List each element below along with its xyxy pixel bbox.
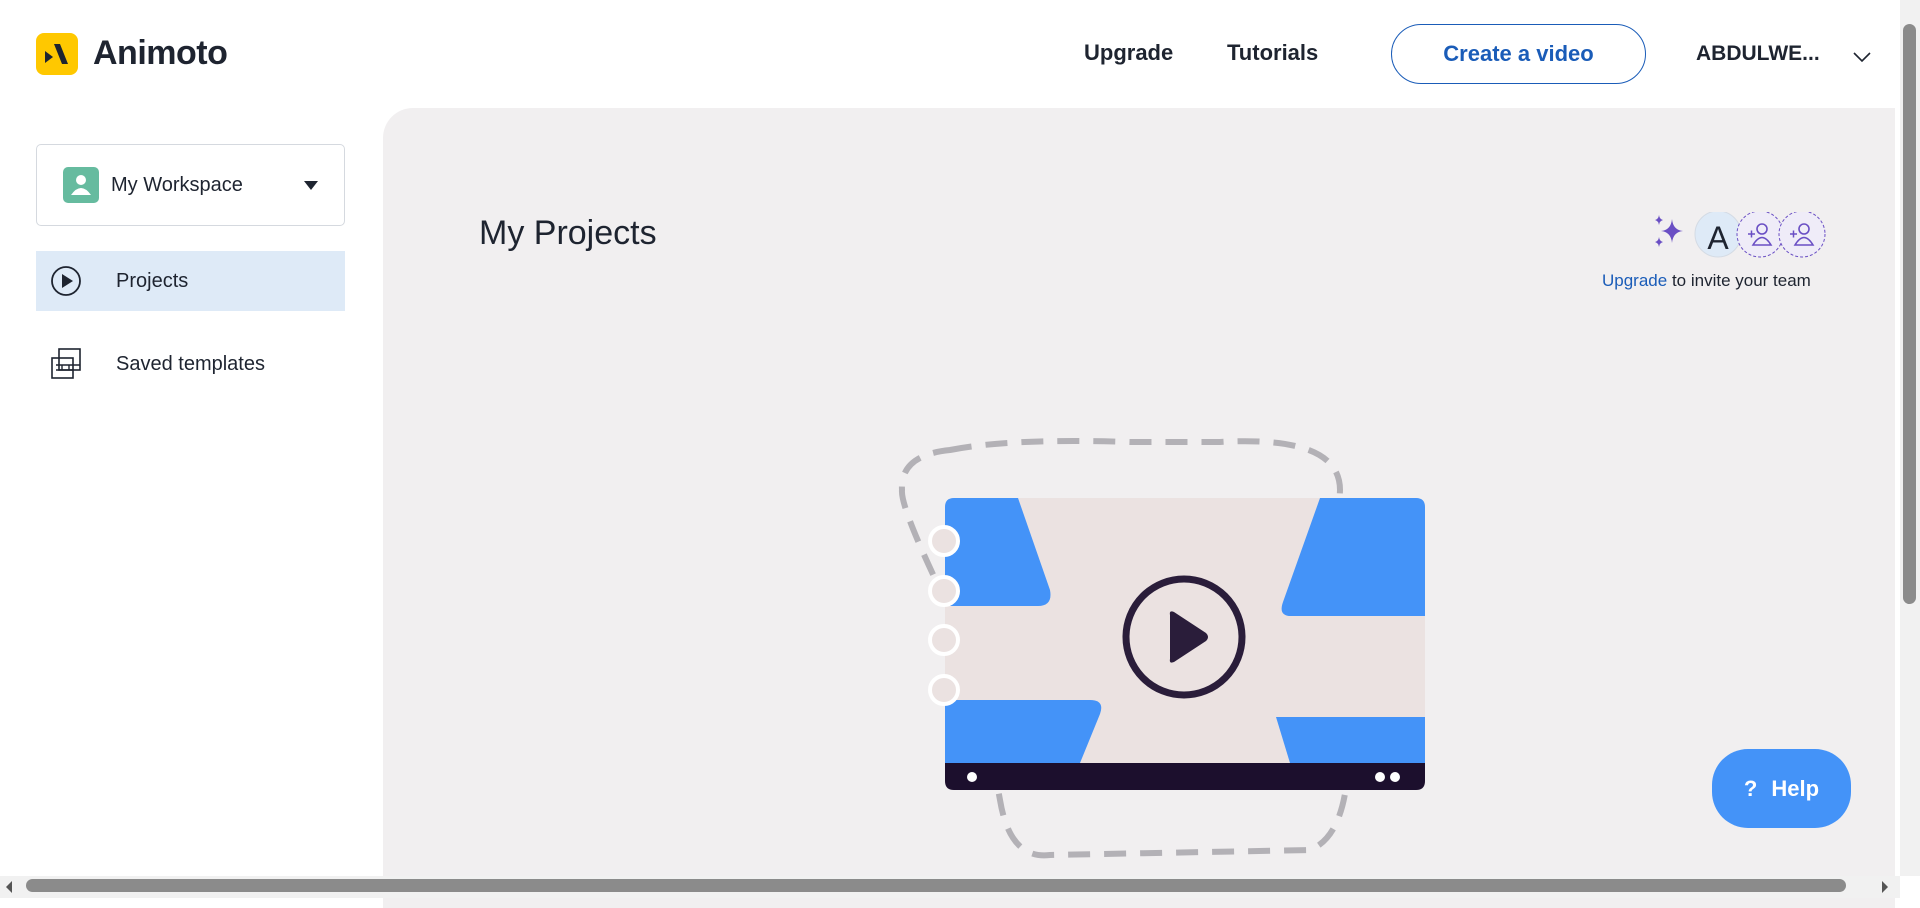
sidebar-item-label: Saved templates [116,352,265,375]
help-button[interactable]: ? Help [1712,749,1851,828]
workspace-label: My Workspace [111,173,243,196]
user-menu[interactable]: ABDULWE... [1696,42,1820,66]
add-member-icon [1778,212,1826,258]
avatar[interactable]: A [1706,220,1730,257]
sidebar-item-saved-templates[interactable]: Saved templates [36,334,345,394]
nav-tutorials[interactable]: Tutorials [1227,40,1318,66]
team-avatars [1655,212,1826,258]
sparkle-icon [1655,215,1683,247]
workspace-selector[interactable]: My Workspace [36,144,345,226]
user-icon [63,167,99,203]
invite-text: Upgrade to invite your team [1602,271,1811,290]
chevron-down-icon[interactable] [1853,52,1871,64]
vertical-scrollbar-thumb[interactable] [1903,24,1916,604]
templates-icon [51,348,81,379]
animoto-logo-icon[interactable] [36,33,78,75]
horizontal-scrollbar-thumb[interactable] [26,879,1846,892]
page-title: My Projects [479,214,657,252]
caret-down-icon [304,181,318,190]
create-video-button[interactable]: Create a video [1391,24,1646,84]
scroll-right-icon[interactable] [1880,880,1890,894]
add-member-icon [1736,212,1784,258]
scroll-left-icon[interactable] [4,880,14,894]
sidebar-item-label: Projects [116,269,189,292]
upgrade-link[interactable]: Upgrade [1602,271,1667,290]
sidebar-item-projects[interactable]: Projects [36,251,345,311]
empty-projects-illustration [898,438,1425,859]
question-icon: ? [1743,775,1758,801]
brand-name[interactable]: Animoto [93,34,228,73]
play-circle-icon [51,266,81,296]
nav-upgrade[interactable]: Upgrade [1084,40,1173,66]
